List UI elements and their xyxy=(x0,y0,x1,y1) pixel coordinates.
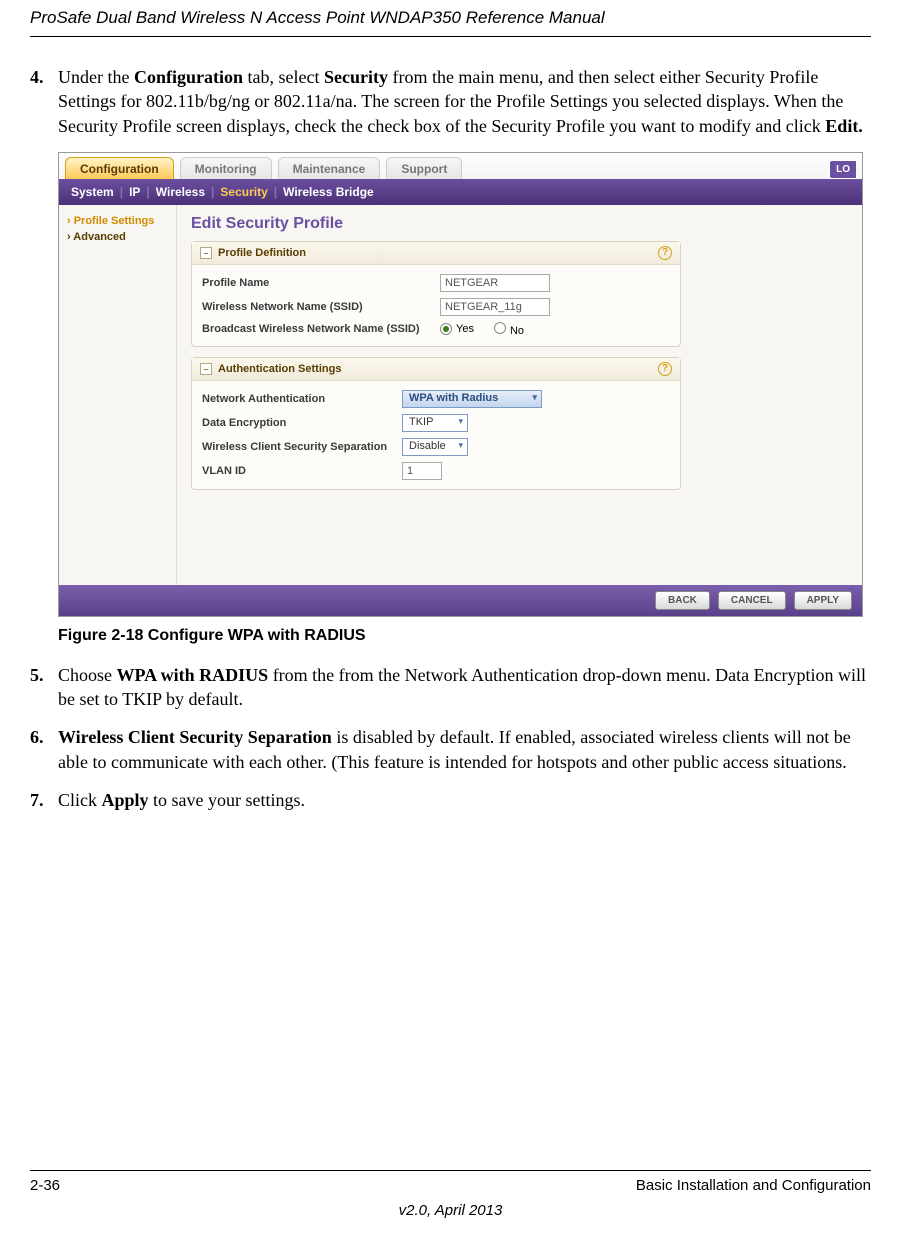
text: Choose xyxy=(58,665,117,685)
version-line: v2.0, April 2013 xyxy=(30,1202,871,1219)
text-bold: WPA with RADIUS xyxy=(117,665,269,685)
step-7: 7. Click Apply to save your settings. xyxy=(30,788,871,812)
row-profile-name: Profile Name xyxy=(202,271,670,295)
screenshot-edit-security-profile: Configuration Monitoring Maintenance Sup… xyxy=(58,152,863,617)
panel-title: Edit Security Profile xyxy=(191,215,848,233)
nav-sep: | xyxy=(274,185,277,199)
text-bold: Security xyxy=(324,67,388,87)
row-broadcast-ssid: Broadcast Wireless Network Name (SSID) Y… xyxy=(202,319,670,340)
box-title: Profile Definition xyxy=(218,247,306,259)
apply-button[interactable]: APPLY xyxy=(794,591,852,610)
profile-definition-box: – Profile Definition ? Profile Name Wire… xyxy=(191,241,681,347)
text: to save your settings. xyxy=(149,790,305,810)
label-broadcast-ssid: Broadcast Wireless Network Name (SSID) xyxy=(202,323,440,335)
step-4: 4. Under the Configuration tab, select S… xyxy=(30,65,871,138)
nav-wireless[interactable]: Wireless xyxy=(156,185,205,199)
left-sidebar: › Profile Settings › Advanced xyxy=(59,205,177,585)
text-bold: Edit. xyxy=(825,116,863,136)
text: Click xyxy=(58,790,102,810)
authentication-settings-header: – Authentication Settings ? xyxy=(192,358,680,381)
label-network-authentication: Network Authentication xyxy=(202,393,402,405)
logout-button[interactable]: LO xyxy=(829,160,856,179)
main-panel: Edit Security Profile – Profile Definiti… xyxy=(177,205,862,585)
nav-security[interactable]: Security xyxy=(220,185,267,199)
sidebar-item-profile-settings[interactable]: › Profile Settings xyxy=(65,213,170,229)
text: Under the xyxy=(58,67,134,87)
collapse-icon[interactable]: – xyxy=(200,247,212,259)
action-bar: BACK CANCEL APPLY xyxy=(59,585,862,616)
label-data-encryption: Data Encryption xyxy=(202,417,402,429)
cancel-button[interactable]: CANCEL xyxy=(718,591,786,610)
select-data-encryption[interactable]: TKIP xyxy=(402,414,468,432)
nav-sep: | xyxy=(120,185,123,199)
section-name: Basic Installation and Configuration xyxy=(636,1177,871,1194)
tab-configuration[interactable]: Configuration xyxy=(65,157,174,179)
help-icon[interactable]: ? xyxy=(658,362,672,376)
collapse-icon[interactable]: – xyxy=(200,363,212,375)
row-network-authentication: Network Authentication WPA with Radius xyxy=(202,387,670,411)
sidebar-item-advanced[interactable]: › Advanced xyxy=(65,229,170,245)
label-client-security-separation: Wireless Client Security Separation xyxy=(202,441,402,453)
figure-2-18: Configuration Monitoring Maintenance Sup… xyxy=(58,152,871,645)
input-ssid[interactable] xyxy=(440,298,550,316)
nav-sep: | xyxy=(146,185,149,199)
step-4-number: 4. xyxy=(30,65,58,138)
step-6-number: 6. xyxy=(30,725,58,774)
page-number: 2-36 xyxy=(30,1177,60,1194)
radio-no-label: No xyxy=(510,325,524,337)
sub-nav: System | IP | Wireless | Security | Wire… xyxy=(59,179,862,205)
text-bold: Apply xyxy=(102,790,149,810)
help-icon[interactable]: ? xyxy=(658,246,672,260)
select-network-authentication[interactable]: WPA with Radius xyxy=(402,390,542,408)
radio-yes-wrap[interactable]: Yes xyxy=(440,323,474,335)
label-profile-name: Profile Name xyxy=(202,277,440,289)
nav-sep: | xyxy=(211,185,214,199)
input-profile-name[interactable] xyxy=(440,274,550,292)
label-vlan-id: VLAN ID xyxy=(202,465,402,477)
step-6-body: Wireless Client Security Separation is d… xyxy=(58,725,871,774)
nav-ip[interactable]: IP xyxy=(129,185,140,199)
select-client-security-separation[interactable]: Disable xyxy=(402,438,468,456)
page-footer: 2-36 Basic Installation and Configuratio… xyxy=(30,1170,871,1219)
row-vlan-id: VLAN ID xyxy=(202,459,670,483)
radio-yes-label: Yes xyxy=(456,323,474,335)
step-5-body: Choose WPA with RADIUS from the from the… xyxy=(58,663,871,712)
document-header: ProSafe Dual Band Wireless N Access Poin… xyxy=(30,0,871,37)
row-client-security-separation: Wireless Client Security Separation Disa… xyxy=(202,435,670,459)
tab-monitoring[interactable]: Monitoring xyxy=(180,157,272,179)
nav-system[interactable]: System xyxy=(71,185,114,199)
step-5-number: 5. xyxy=(30,663,58,712)
text-bold: Configuration xyxy=(134,67,243,87)
row-data-encryption: Data Encryption TKIP xyxy=(202,411,670,435)
top-tab-row: Configuration Monitoring Maintenance Sup… xyxy=(59,153,862,179)
step-6: 6. Wireless Client Security Separation i… xyxy=(30,725,871,774)
box-title: Authentication Settings xyxy=(218,363,341,375)
step-7-number: 7. xyxy=(30,788,58,812)
radio-no-wrap[interactable]: No xyxy=(494,322,524,337)
radio-no-icon xyxy=(494,322,506,334)
step-7-body: Click Apply to save your settings. xyxy=(58,788,871,812)
text-bold: Wireless Client Security Separation xyxy=(58,727,332,747)
tab-support[interactable]: Support xyxy=(386,157,462,179)
nav-wireless-bridge[interactable]: Wireless Bridge xyxy=(283,185,374,199)
tab-maintenance[interactable]: Maintenance xyxy=(278,157,381,179)
label-ssid: Wireless Network Name (SSID) xyxy=(202,301,440,313)
radio-yes-icon xyxy=(440,323,452,335)
input-vlan-id[interactable] xyxy=(402,462,442,480)
authentication-settings-box: – Authentication Settings ? Network Auth… xyxy=(191,357,681,490)
text: tab, select xyxy=(243,67,324,87)
row-ssid: Wireless Network Name (SSID) xyxy=(202,295,670,319)
step-4-body: Under the Configuration tab, select Secu… xyxy=(58,65,871,138)
step-5: 5. Choose WPA with RADIUS from the from … xyxy=(30,663,871,712)
profile-definition-header: – Profile Definition ? xyxy=(192,242,680,265)
back-button[interactable]: BACK xyxy=(655,591,710,610)
figure-caption: Figure 2-18 Configure WPA with RADIUS xyxy=(58,627,871,645)
